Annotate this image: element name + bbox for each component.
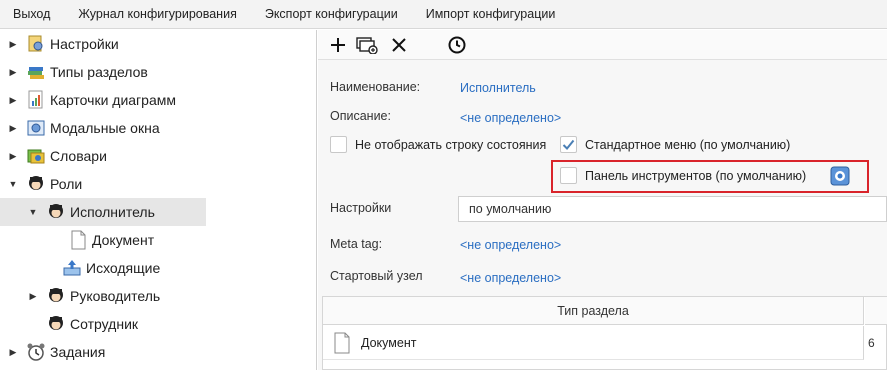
panel-toolbar <box>318 30 887 60</box>
properties-panel: Наименование: Исполнитель Описание: <не … <box>318 30 887 370</box>
row-side-value: 6 <box>868 336 875 350</box>
tree-label: Сотрудник <box>70 316 139 332</box>
config-tree: ▶ Настройки ▶ Типы разделов ▶ Карточки д… <box>0 30 317 370</box>
tree-label: Задания <box>50 344 106 360</box>
menu-export-config[interactable]: Экспорт конфигурации <box>251 0 412 29</box>
settings-select[interactable]: по умолчанию <box>458 196 887 222</box>
tree-item-roles[interactable]: ▼ Роли <box>6 170 82 198</box>
row-name: Документ <box>361 335 417 350</box>
tree-item-document[interactable]: Документ <box>62 226 154 254</box>
document-icon <box>68 230 88 250</box>
tree-item-modal-windows[interactable]: ▶ Модальные окна <box>6 114 160 142</box>
tree-label: Модальные окна <box>50 120 160 136</box>
expand-arrow-icon[interactable]: ▶ <box>6 65 20 79</box>
role-icon <box>26 174 46 194</box>
section-type-table: Тип раздела Документ 6 <box>322 296 887 370</box>
chart-document-icon <box>26 90 46 110</box>
checkmark-icon <box>562 139 575 150</box>
add-icon[interactable] <box>327 34 349 56</box>
tree-item-dictionaries[interactable]: ▶ Словари <box>6 142 107 170</box>
tree-item-settings[interactable]: ▶ Настройки <box>6 30 119 58</box>
tree-item-chart-cards[interactable]: ▶ Карточки диаграмм <box>6 86 176 114</box>
delete-icon[interactable] <box>388 34 410 56</box>
meta-tag-label: Meta tag: <box>330 237 383 251</box>
expand-arrow-icon[interactable]: ▶ <box>6 37 20 51</box>
tree-item-section-types[interactable]: ▶ Типы разделов <box>6 58 148 86</box>
collapse-arrow-icon[interactable]: ▼ <box>26 205 40 219</box>
tree-label: Типы разделов <box>50 64 148 80</box>
table-row[interactable]: Документ <box>323 326 864 360</box>
document-icon <box>333 332 351 354</box>
tree-item-tasks[interactable]: ▶ Задания <box>6 338 105 366</box>
description-value[interactable]: <не определено> <box>460 111 561 125</box>
name-label: Наименование: <box>330 80 421 94</box>
name-value[interactable]: Исполнитель <box>460 81 536 95</box>
tree-label: Словари <box>50 148 107 164</box>
add-window-icon[interactable] <box>356 34 378 56</box>
expand-arrow-icon[interactable]: ▶ <box>6 345 20 359</box>
standard-menu-checkbox[interactable] <box>560 136 577 153</box>
tree-label: Настройки <box>50 36 119 52</box>
tree-label: Исходящие <box>86 260 161 276</box>
expand-arrow-icon[interactable]: ▶ <box>6 149 20 163</box>
tree-item-executor[interactable]: ▼ Исполнитель <box>0 198 206 226</box>
configure-gear-icon[interactable] <box>830 166 850 186</box>
tree-label: Руководитель <box>70 288 161 304</box>
toolbar-panel-label: Панель инструментов (по умолчанию) <box>585 169 807 183</box>
history-clock-icon[interactable] <box>446 34 468 56</box>
meta-tag-value[interactable]: <не определено> <box>460 238 561 252</box>
column-header-section-type[interactable]: Тип раздела <box>323 297 864 325</box>
collapse-arrow-icon[interactable]: ▼ <box>6 177 20 191</box>
tree-item-employee[interactable]: Сотрудник <box>40 310 138 338</box>
column-header-extra[interactable] <box>865 297 887 325</box>
tree-item-manager[interactable]: ▶ Руководитель <box>26 282 160 310</box>
toolbar-panel-checkbox[interactable] <box>560 167 577 184</box>
menu-import-config[interactable]: Импорт конфигурации <box>412 0 570 29</box>
outgoing-tray-icon <box>62 258 82 278</box>
tree-label: Исполнитель <box>70 204 155 220</box>
tree-label: Роли <box>50 176 83 192</box>
role-icon <box>46 202 66 222</box>
settings-icon <box>26 34 46 54</box>
expand-arrow-icon[interactable]: ▶ <box>26 289 40 303</box>
settings-label: Настройки <box>330 201 392 215</box>
start-node-value[interactable]: <не определено> <box>460 271 561 285</box>
dictionary-icon <box>26 146 46 166</box>
expand-arrow-icon[interactable]: ▶ <box>6 121 20 135</box>
hide-status-checkbox[interactable] <box>330 136 347 153</box>
hide-status-label: Не отображать строку состояния <box>355 138 547 152</box>
expand-arrow-icon[interactable]: ▶ <box>6 93 20 107</box>
tree-item-outgoing[interactable]: Исходящие <box>56 254 160 282</box>
role-icon <box>46 286 66 306</box>
menu-config-log[interactable]: Журнал конфигурирования <box>64 0 250 29</box>
alarm-clock-icon <box>26 342 46 362</box>
tree-label: Документ <box>92 232 155 248</box>
start-node-label: Стартовый узел <box>330 269 423 283</box>
menu-bar: Выход Журнал конфигурирования Экспорт ко… <box>0 0 887 29</box>
menu-exit[interactable]: Выход <box>0 0 64 29</box>
books-icon <box>26 62 46 82</box>
description-label: Описание: <box>330 109 391 123</box>
modal-window-icon <box>26 118 46 138</box>
role-icon <box>46 314 66 334</box>
tree-label: Карточки диаграмм <box>50 92 176 108</box>
standard-menu-label: Стандартное меню (по умолчанию) <box>585 138 791 152</box>
